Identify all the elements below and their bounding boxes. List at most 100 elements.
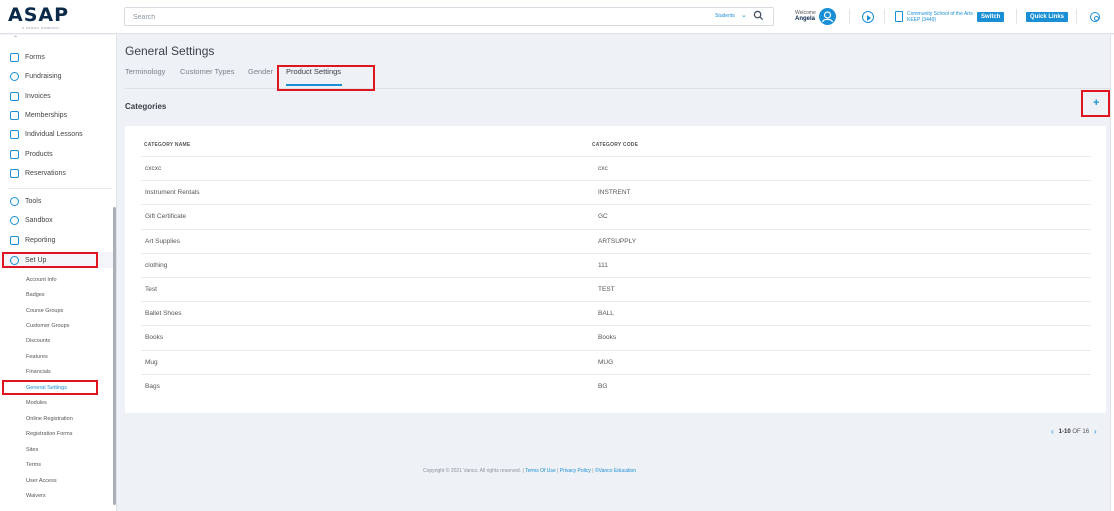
table-row[interactable]: Instrument Rentals INSTRENT	[141, 180, 1091, 204]
categories-table: CATEGORY NAME CATEGORY CODE cxcxc cxc In…	[125, 126, 1106, 413]
school-name: Community School of the Arts KEEP (3449)	[907, 11, 973, 23]
category-code-cell: INSTRENT	[598, 189, 631, 196]
asap-logo[interactable]: ASAP A VANCO COMPANY	[8, 4, 70, 31]
category-code-cell: cxc	[598, 165, 608, 172]
category-code-cell: BALL	[598, 310, 614, 317]
invoice-icon	[10, 91, 19, 101]
category-name-cell: cxcxc	[145, 165, 162, 172]
category-name-cell: Instrument Rentals	[145, 189, 200, 196]
school-icon	[895, 11, 903, 22]
category-code-cell: GC	[598, 213, 608, 220]
sidebar-item-forms[interactable]: Forms	[10, 51, 45, 63]
category-name-cell: Books	[145, 334, 164, 341]
switch-button[interactable]: Switch	[977, 12, 1005, 22]
search-icon[interactable]	[753, 10, 764, 23]
chevron-up-icon[interactable]: ⌃	[13, 35, 18, 42]
sidebar-scrollbar[interactable]	[113, 207, 116, 505]
membership-card-icon	[10, 110, 19, 120]
logo-text: ASAP	[8, 4, 70, 26]
sidebar-item-label: Reporting	[25, 236, 56, 244]
divider	[849, 9, 850, 24]
column-header-category-name[interactable]: CATEGORY NAME	[144, 142, 190, 148]
sidebar-item-sandbox[interactable]: Sandbox	[10, 214, 53, 226]
sidebar-item-products[interactable]: Products	[10, 148, 53, 160]
column-header-category-code[interactable]: CATEGORY CODE	[592, 142, 638, 148]
divider	[1076, 9, 1077, 24]
top-header: ASAP A VANCO COMPANY Students ⌄ Welcome …	[0, 0, 1114, 34]
bar-chart-icon	[10, 235, 19, 245]
sidebar-subitem-sites[interactable]: Sites	[26, 447, 38, 453]
tab-customer-types[interactable]: Customer Types	[180, 67, 234, 76]
search-input[interactable]	[133, 11, 693, 23]
avatar[interactable]	[819, 8, 836, 25]
category-name-cell: Ballet Shoes	[145, 310, 182, 317]
sidebar-item-label: Fundraising	[25, 72, 62, 80]
sidebar-subitem-account-info[interactable]: Account Info	[26, 277, 57, 283]
category-name-cell: Test	[145, 286, 157, 293]
highlight-general-settings-item	[2, 380, 98, 395]
sidebar-item-fundraising[interactable]: Fundraising	[10, 70, 62, 82]
sidebar-subitem-financials[interactable]: Financials	[26, 369, 51, 375]
quick-links-button[interactable]: Quick Links	[1026, 12, 1069, 22]
tab-terminology[interactable]: Terminology	[125, 67, 165, 76]
sidebar-subitem-waivers[interactable]: Waivers	[26, 493, 46, 499]
sidebar-item-tools[interactable]: Tools	[10, 195, 41, 207]
category-name-cell: Gift Certificate	[145, 213, 187, 220]
right-edge-panel	[1110, 35, 1114, 511]
sidebar-subitem-features[interactable]: Features	[26, 354, 48, 360]
sidebar-subitem-terms[interactable]: Terms	[26, 462, 41, 468]
terms-of-use-link[interactable]: Terms Of Use	[525, 468, 556, 474]
sidebar-item-label: Sandbox	[25, 216, 53, 224]
sandbox-icon	[10, 215, 19, 225]
divider	[1016, 9, 1017, 24]
box-icon	[10, 149, 19, 159]
user-name: Angela	[795, 16, 816, 22]
search-bar: Students ⌄	[124, 7, 774, 26]
table-row[interactable]: clothing 111	[141, 253, 1091, 277]
table-row[interactable]: Books Books	[141, 325, 1091, 349]
table-row[interactable]: Gift Certificate GC	[141, 204, 1091, 228]
people-icon	[10, 129, 19, 139]
sidebar-item-reservations[interactable]: Reservations	[10, 167, 66, 179]
table-row[interactable]: Test TEST	[141, 277, 1091, 301]
chevron-down-icon[interactable]: ⌄	[741, 11, 747, 19]
sidebar-subitem-user-access[interactable]: User Access	[26, 478, 57, 484]
sidebar-subitem-discounts[interactable]: Discounts	[26, 338, 50, 344]
sidebar-item-individual-lessons[interactable]: Individual Lessons	[10, 128, 83, 140]
page-title: General Settings	[125, 44, 215, 58]
chevron-right-icon[interactable]: ›	[1094, 427, 1097, 436]
pagination: ‹ 1-10 OF 16 ›	[1046, 427, 1102, 436]
sidebar-subitem-registration-forms[interactable]: Registration Forms	[26, 431, 72, 437]
sidebar-item-memberships[interactable]: Memberships	[10, 109, 67, 121]
sidebar-item-reporting[interactable]: Reporting	[10, 234, 55, 246]
footer-separator: |	[557, 468, 559, 474]
category-code-cell: ARTSUPPLY	[598, 238, 637, 245]
category-code-cell: MUG	[598, 359, 614, 366]
chevron-left-icon[interactable]: ‹	[1051, 427, 1054, 436]
section-title: Categories	[125, 102, 167, 111]
sidebar-subitem-course-groups[interactable]: Course Groups	[26, 308, 63, 314]
sidebar-subitem-modules[interactable]: Modules	[26, 400, 47, 406]
table-row[interactable]: Ballet Shoes BALL	[141, 301, 1091, 325]
sidebar-item-invoices[interactable]: Invoices	[10, 90, 51, 102]
privacy-policy-link[interactable]: Privacy Policy	[560, 468, 591, 474]
table-row[interactable]: Mug MUG	[141, 350, 1091, 374]
tools-icon	[10, 196, 19, 206]
tab-gender[interactable]: Gender	[248, 67, 273, 76]
calendar-icon	[10, 168, 19, 178]
table-row[interactable]: Art Supplies ARTSUPPLY	[141, 229, 1091, 253]
table-row[interactable]: Bags BG	[141, 374, 1091, 398]
sidebar-item-label: Products	[25, 150, 53, 158]
play-icon[interactable]	[862, 11, 874, 23]
search-scope-select[interactable]: Students	[715, 13, 735, 19]
sidebar-subitem-online-registration[interactable]: Online Registration	[26, 416, 73, 422]
sidebar-subitem-badges[interactable]: Badges	[26, 292, 45, 298]
tabs-divider	[125, 88, 1110, 89]
category-code-cell: BG	[598, 383, 608, 390]
category-code-cell: TEST	[598, 286, 615, 293]
sidebar-subitem-customer-groups[interactable]: Customer Groups	[26, 323, 69, 329]
footer: Copyright © 2021 Vanco. All rights reser…	[423, 468, 636, 474]
vanco-education-link[interactable]: ©Vanco Education	[595, 468, 636, 474]
table-row[interactable]: cxcxc cxc	[141, 156, 1091, 180]
gear-icon[interactable]	[1090, 12, 1100, 22]
